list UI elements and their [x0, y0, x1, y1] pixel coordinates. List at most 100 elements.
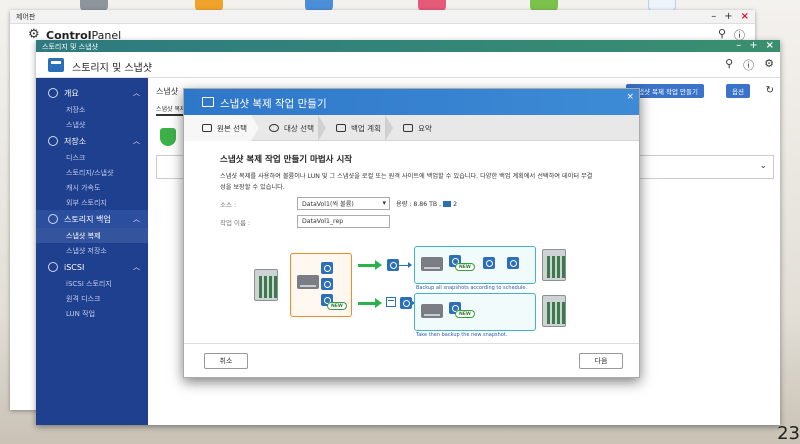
storage-header: 스토리지 및 스냅샷 ⚲ ⓘ ⚙	[36, 52, 780, 78]
nas-bay	[274, 276, 277, 298]
nas-bay	[562, 256, 565, 278]
minimize-icon[interactable]: –	[736, 40, 741, 51]
sidebar-item-lun-jobs[interactable]: LUN 작업	[36, 306, 148, 321]
job-name-value: DataVol1_rep	[302, 218, 344, 225]
new-badge: NEW	[327, 302, 347, 310]
snapshot-icon	[202, 97, 214, 107]
new-badge: NEW	[455, 263, 475, 271]
sidebar-group-overview[interactable]: 개요 ︿	[36, 84, 148, 102]
nas-bay	[557, 302, 560, 324]
chevron-down-icon[interactable]: ⌄	[759, 161, 767, 171]
calendar-icon	[386, 297, 396, 307]
arrow-right-icon	[399, 262, 412, 268]
sidebar-item-remote-disk[interactable]: 원격 디스크	[36, 291, 148, 306]
control-panel-titlebar: 제어판 – + ×	[10, 10, 755, 24]
nas-bay	[547, 256, 550, 278]
target-box-schedule: NEW	[414, 246, 536, 284]
storage-window-controls: – + ×	[736, 40, 774, 51]
page-title: 스냅샷	[156, 87, 179, 96]
chevron-up-icon: ︿	[133, 89, 140, 97]
capacity-text: 용량 : 8.86 TB ,	[396, 201, 442, 208]
nas-bay	[552, 302, 555, 324]
snapshot-icon	[321, 278, 333, 290]
sidebar-item-snapshot[interactable]: 스냅샷	[36, 117, 148, 132]
close-icon[interactable]: ×	[741, 11, 749, 22]
nas-bay	[562, 302, 565, 324]
sidebar-item-snapshot-replica[interactable]: 스냅샷 복제	[36, 228, 148, 243]
refresh-icon[interactable]: ↻	[766, 85, 774, 96]
options-button[interactable]: 옵션	[726, 84, 750, 98]
nas-bay	[269, 276, 272, 298]
sidebar-group-label: 개요	[64, 88, 79, 98]
sidebar-item-storage[interactable]: 저장소	[36, 102, 148, 117]
snapshot-icon	[387, 259, 399, 271]
storage-header-title: 스토리지 및 스냅샷	[72, 63, 152, 74]
control-panel-window-controls: – + ×	[711, 11, 749, 22]
sidebar-group-label: iSCSI	[64, 262, 85, 272]
sidebar-group-label: 스토리지 백업	[64, 214, 111, 224]
dialog-footer: 취소 다음	[184, 343, 639, 377]
next-button[interactable]: 다음	[579, 353, 623, 369]
sidebar-group-storage[interactable]: 저장소 ︿	[36, 132, 148, 150]
sidebar-group-backup[interactable]: 스토리지 백업 ︿	[36, 210, 148, 228]
sidebar-item-cache[interactable]: 캐시 가속도	[36, 180, 148, 195]
snapshot-icon	[321, 262, 333, 274]
target-nas-icon	[542, 249, 566, 281]
schedule-icon	[336, 124, 346, 132]
chevron-up-icon: ︿	[133, 137, 140, 145]
close-icon[interactable]: ×	[766, 40, 774, 51]
sidebar-item-snapshot-vault[interactable]: 스냅샷 저장소	[36, 243, 148, 258]
snapshot-icon	[507, 257, 519, 269]
caption-schedule: Backup all snapshots according to schedu…	[416, 285, 528, 291]
nas-bay	[557, 256, 560, 278]
job-name-label: 작업 이름 :	[220, 218, 251, 227]
maximize-icon[interactable]: +	[749, 40, 757, 51]
search-icon[interactable]: ⚲	[725, 57, 733, 73]
source-nas-icon	[254, 269, 278, 301]
minimize-icon[interactable]: –	[711, 11, 716, 22]
settings-icon[interactable]: ⚙	[764, 57, 774, 73]
help-icon[interactable]: ⓘ	[743, 57, 754, 73]
step-source: 원본 선택	[184, 115, 259, 141]
source-label: 소스 :	[220, 200, 237, 209]
sidebar-group-label: 저장소	[64, 136, 87, 146]
shield-icon	[160, 128, 176, 146]
description-line: 스냅샷 복제를 사용하여 볼륨이나 LUN 및 그 스냅샷을 로컬 또는 원격 …	[220, 173, 593, 180]
source-value: DataVol1(씩 볼륨)	[302, 201, 354, 208]
step-label: 백업 계획	[351, 123, 381, 133]
source-volume-box: NEW	[290, 253, 352, 317]
storage-window-title: 스토리지 및 스냅샷	[42, 43, 98, 51]
nas-bay	[552, 256, 555, 278]
maximize-icon[interactable]: +	[724, 11, 732, 22]
dialog-title: 스냅샷 복제 작업 만들기	[220, 98, 327, 110]
source-select[interactable]: DataVol1(씩 볼륨) ▾	[297, 197, 390, 210]
job-name-input[interactable]: DataVol1_rep	[297, 215, 390, 228]
storage-app-icon	[48, 58, 64, 72]
dropdown-arrow-icon: ▾	[382, 199, 386, 207]
close-icon[interactable]: ×	[626, 92, 634, 102]
sidebar-item-external[interactable]: 외부 스토리지	[36, 195, 148, 210]
sidebar-item-disks[interactable]: 디스크	[36, 150, 148, 165]
wizard-heading: 스냅샷 복제 작업 만들기 마법사 시작	[220, 155, 353, 165]
sidebar: 개요 ︿ 저장소 스냅샷 저장소 ︿ 디스크 스토리지/스냅샷 캐시 가속도 외부 …	[36, 78, 148, 425]
overview-icon	[48, 88, 58, 98]
target-nas-icon	[542, 295, 566, 327]
capacity-info: 용량 : 8.86 TB , 2	[396, 199, 457, 208]
caption-new: Take then backup the new snapshot.	[416, 332, 508, 338]
disk-icon	[421, 304, 443, 318]
nas-bay	[547, 302, 550, 324]
cancel-button[interactable]: 취소	[204, 353, 248, 369]
sidebar-item-iscsi-storage[interactable]: iSCSI 스토리지	[36, 276, 148, 291]
storage-icon	[48, 136, 58, 146]
step-label: 요약	[418, 123, 432, 133]
backup-icon	[48, 214, 58, 224]
disk-icon	[297, 275, 319, 289]
chevron-up-icon: ︿	[133, 263, 140, 271]
step-destination: 대상 선택	[251, 115, 326, 141]
page-subtitle: 스냅샷 복제	[156, 106, 186, 113]
sidebar-group-iscsi[interactable]: iSCSI ︿	[36, 258, 148, 276]
sidebar-item-storage-snapshot[interactable]: 스토리지/스냅샷	[36, 165, 148, 180]
replication-diagram: NEW NEW Backup all snapshots according t…	[250, 243, 580, 339]
snapshot-icon	[443, 201, 452, 207]
job-name-row: 작업 이름 : DataVol1_rep	[220, 215, 390, 228]
